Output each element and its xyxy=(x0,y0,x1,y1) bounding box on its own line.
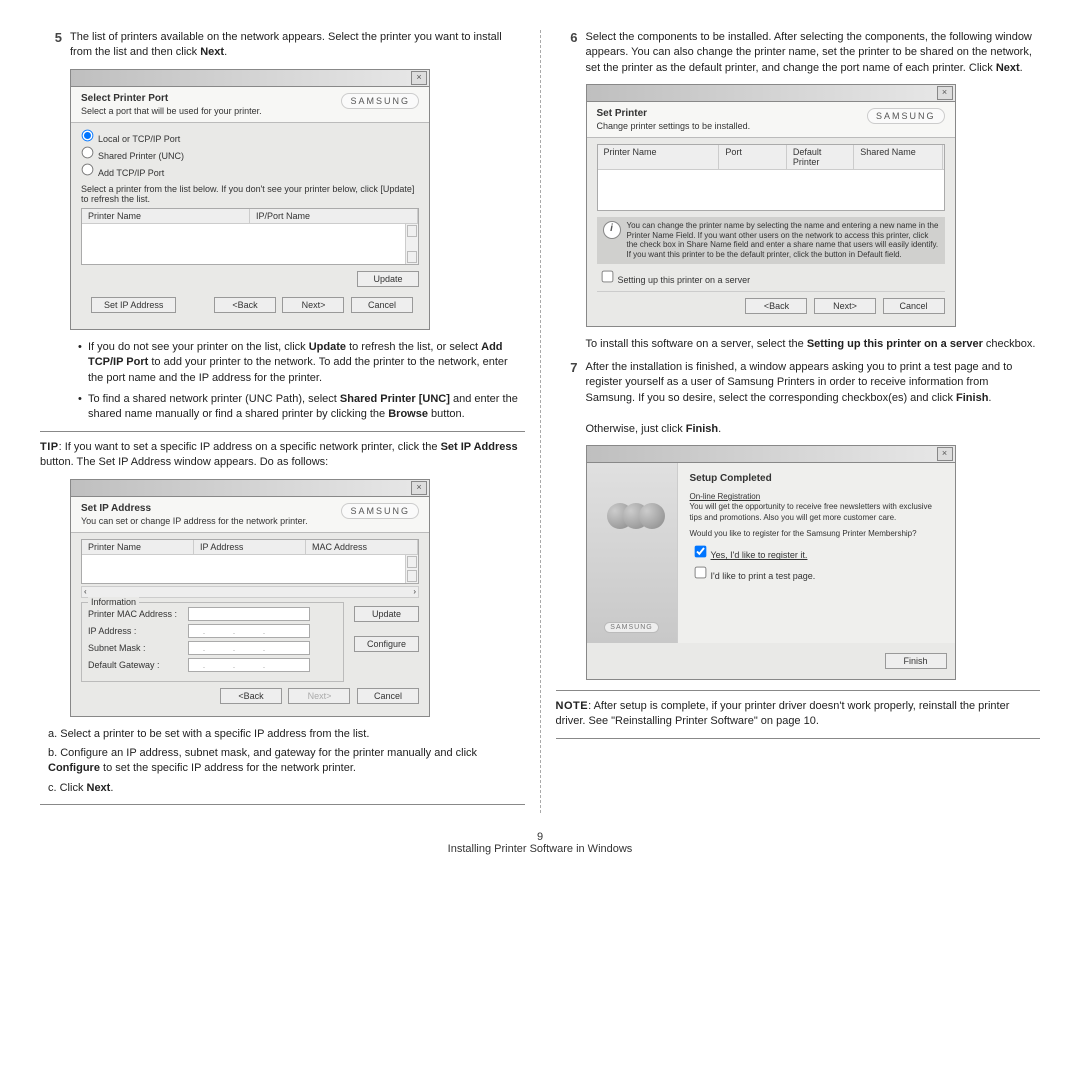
step-5-number: 5 xyxy=(40,30,70,61)
back-button[interactable]: <Back xyxy=(745,298,807,314)
register-question: Would you like to register for the Samsu… xyxy=(690,529,943,539)
update-button[interactable]: Update xyxy=(357,271,419,287)
bullet-shared-tip: To find a shared network printer (UNC Pa… xyxy=(78,392,525,423)
configure-button[interactable]: Configure xyxy=(354,636,419,652)
sub-step-b: b. Configure an IP address, subnet mask,… xyxy=(48,746,525,777)
server-checkbox[interactable] xyxy=(601,270,613,282)
next-button[interactable]: Next> xyxy=(282,297,344,313)
set-printer-dialog: × Set Printer Change printer settings to… xyxy=(586,84,956,326)
decorative-orbs xyxy=(607,503,655,531)
next-button[interactable]: Next> xyxy=(814,298,876,314)
sub-step-c: c. Click Next. xyxy=(48,781,525,796)
info-icon: i xyxy=(603,221,621,239)
step-6-text: Select the components to be installed. A… xyxy=(586,30,1041,76)
step-7-number: 7 xyxy=(556,360,586,437)
update-button[interactable]: Update xyxy=(354,606,419,622)
info-band: i You can change the printer name by sel… xyxy=(597,217,945,263)
page-number: 9 xyxy=(0,831,1080,843)
dialog-subtitle: Change printer settings to be installed. xyxy=(597,121,751,131)
ip-input[interactable]: ... xyxy=(188,624,310,638)
bullet-update-tip: If you do not see your printer on the li… xyxy=(78,340,525,386)
gateway-input[interactable]: ... xyxy=(188,658,310,672)
note-paragraph: NOTE: After setup is complete, if your p… xyxy=(556,699,1041,730)
register-checkbox[interactable] xyxy=(694,546,706,558)
set-ip-address-button[interactable]: Set IP Address xyxy=(91,297,176,313)
column-divider xyxy=(540,30,541,813)
sub-step-a: a. Select a printer to be set with a spe… xyxy=(48,727,525,742)
brand-logo: SAMSUNG xyxy=(341,503,419,519)
dialog-instruction: Select a printer from the list below. If… xyxy=(81,184,419,204)
printer-listbox[interactable]: Printer Name IP Address MAC Address xyxy=(81,539,419,584)
subnet-input[interactable]: ... xyxy=(188,641,310,655)
close-icon[interactable]: × xyxy=(937,86,953,100)
step-5-text: The list of printers available on the ne… xyxy=(70,30,525,61)
finish-button[interactable]: Finish xyxy=(885,653,947,669)
brand-logo: SAMSUNG xyxy=(341,93,419,109)
dialog-subtitle: Select a port that will be used for your… xyxy=(81,106,262,116)
close-icon[interactable]: × xyxy=(411,481,427,495)
footer-text: Installing Printer Software in Windows xyxy=(0,843,1080,855)
printer-listbox[interactable]: Printer Name IP/Port Name xyxy=(81,208,419,265)
cancel-button[interactable]: Cancel xyxy=(351,297,413,313)
titlebar: × xyxy=(70,479,430,496)
back-button[interactable]: <Back xyxy=(220,688,282,704)
brand-logo: SAMSUNG xyxy=(604,622,658,633)
step-6-number: 6 xyxy=(556,30,586,76)
testpage-checkbox[interactable] xyxy=(694,567,706,579)
cancel-button[interactable]: Cancel xyxy=(883,298,945,314)
close-icon[interactable]: × xyxy=(937,447,953,461)
back-button[interactable]: <Back xyxy=(214,297,276,313)
brand-logo: SAMSUNG xyxy=(867,108,945,124)
cancel-button[interactable]: Cancel xyxy=(357,688,419,704)
server-note: To install this software on a server, se… xyxy=(586,337,1041,352)
tip-paragraph: TIP: If you want to set a specific IP ad… xyxy=(40,440,525,471)
mac-input[interactable] xyxy=(188,607,310,621)
radio-add-tcpip[interactable] xyxy=(82,163,94,175)
select-printer-port-dialog: × Select Printer Port Select a port that… xyxy=(70,69,430,330)
titlebar: × xyxy=(70,69,430,86)
printer-settings-listbox[interactable]: Printer Name Port Default Printer Shared… xyxy=(597,144,945,211)
titlebar: × xyxy=(586,445,956,462)
radio-shared-unc[interactable] xyxy=(82,146,94,158)
scrollbar[interactable] xyxy=(405,555,418,583)
scrollbar[interactable] xyxy=(405,224,418,264)
next-button: Next> xyxy=(288,688,350,704)
setup-completed-dialog: × SAMSUNG Setup Completed On-line Regist… xyxy=(586,445,956,680)
setup-completed-title: Setup Completed xyxy=(690,473,943,484)
set-ip-address-dialog: × Set IP Address You can set or change I… xyxy=(70,479,430,717)
radio-local-tcpip[interactable] xyxy=(82,129,94,141)
step-7-text: After the installation is finished, a wi… xyxy=(586,360,1041,437)
close-icon[interactable]: × xyxy=(411,71,427,85)
dialog-subtitle: You can set or change IP address for the… xyxy=(81,516,308,526)
titlebar: × xyxy=(586,84,956,101)
